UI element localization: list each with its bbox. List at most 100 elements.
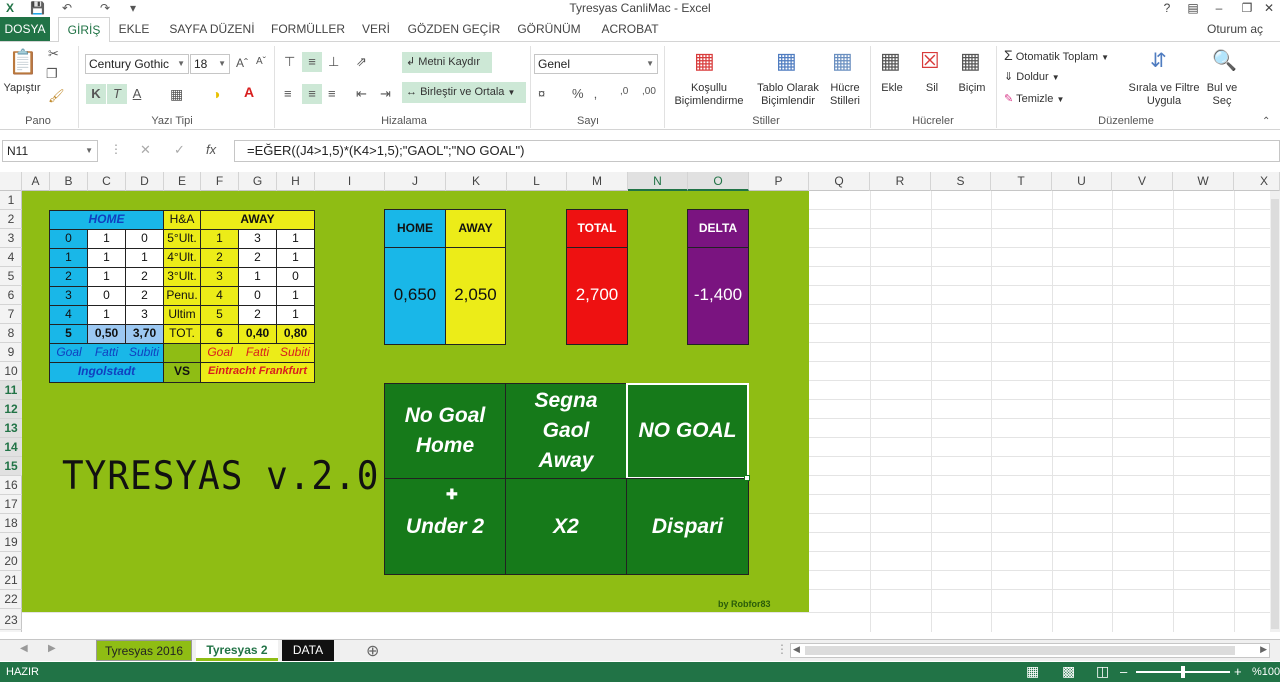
normal-view-icon[interactable]: ▦ [1026, 663, 1039, 680]
row-header[interactable]: 12 [0, 400, 22, 419]
scroll-right-icon[interactable]: ▶ [1260, 644, 1267, 655]
row-header[interactable]: 16 [0, 476, 22, 495]
table-cell[interactable]: 1 [125, 248, 164, 268]
close-icon[interactable]: ✕ [1258, 0, 1280, 16]
table-cell[interactable]: 3 [125, 305, 164, 325]
total-cell[interactable]: 0,80 [276, 324, 315, 344]
sheet-tab-tyresyas-2016[interactable]: Tyresyas 2016 [96, 640, 192, 661]
cell-styles-button[interactable]: Hücre Stilleri [822, 82, 868, 108]
sheet-tab-data[interactable]: DATA [282, 640, 334, 661]
table-cell[interactable]: Penu. [163, 286, 201, 306]
table-cell[interactable]: 5 [200, 305, 239, 325]
number-format-select[interactable]: Genel ▼ [534, 54, 658, 74]
shrink-font-icon[interactable]: Aˇ [256, 56, 266, 67]
row-header[interactable]: 2 [0, 210, 22, 229]
away-stat-label[interactable]: AWAY [445, 209, 506, 248]
borders-icon[interactable]: ▦ [170, 86, 183, 103]
row-header[interactable]: 15 [0, 457, 22, 476]
col-header-f[interactable]: F [201, 172, 239, 191]
confirm-entry-icon[interactable]: ✓ [174, 142, 185, 158]
font-size-select[interactable]: 18 ▼ [190, 54, 230, 74]
table-cell[interactable]: 2 [125, 286, 164, 306]
cancel-entry-icon[interactable]: ✕ [140, 142, 151, 158]
total-cell[interactable]: 0,50 [87, 324, 126, 344]
table-cell[interactable]: 2 [49, 267, 88, 287]
font-color-icon[interactable]: A [244, 84, 254, 100]
fill-handle[interactable] [744, 475, 750, 481]
col-header-h[interactable]: H [277, 172, 315, 191]
bold-button[interactable]: K [86, 84, 106, 104]
tab-review[interactable]: GÖZDEN GEÇİR [406, 17, 502, 41]
table-cell[interactable]: 1 [87, 305, 126, 325]
conditional-format-icon[interactable]: ▦ [694, 48, 715, 74]
total-cell[interactable]: 5 [49, 324, 88, 344]
table-cell[interactable]: 1 [276, 286, 315, 306]
insert-cells-icon[interactable]: ▦ [880, 48, 901, 74]
table-cell[interactable]: 1 [276, 248, 315, 268]
table-cell[interactable]: 2 [238, 305, 277, 325]
format-table-icon[interactable]: ▦ [776, 48, 797, 74]
row-header[interactable]: 6 [0, 286, 22, 305]
table-cell[interactable]: 1 [238, 267, 277, 287]
total-stat-label[interactable]: TOTAL [566, 209, 628, 248]
zoom-out-icon[interactable]: – [1120, 664, 1127, 679]
tab-home[interactable]: GİRİŞ [58, 17, 110, 42]
label-cell-fatti[interactable]: Fatti [238, 343, 277, 363]
format-painter-icon[interactable]: 🖌 [48, 88, 65, 104]
total-label-cell[interactable]: TOT. [163, 324, 201, 344]
col-header-d[interactable]: D [126, 172, 164, 191]
percent-icon[interactable]: % [572, 86, 584, 101]
scroll-right-icon[interactable]: ▶ [48, 643, 56, 654]
sort-filter-button[interactable]: Sırala ve Filtre Uygula [1126, 82, 1202, 108]
add-sheet-icon[interactable]: ⊕ [366, 641, 379, 661]
row-header[interactable]: 9 [0, 343, 22, 362]
col-header-t[interactable]: T [991, 172, 1052, 191]
row-header[interactable]: 14 [0, 438, 22, 457]
format-as-table-button[interactable]: Tablo Olarak Biçimlendir [752, 82, 824, 108]
table-cell[interactable]: 3 [238, 229, 277, 249]
collapse-ribbon-icon[interactable]: ⌃ [1262, 116, 1270, 127]
ribbon-display-icon[interactable]: ▤ [1182, 0, 1204, 16]
scrollbar-thumb[interactable] [1271, 199, 1279, 629]
help-icon[interactable]: ? [1156, 0, 1178, 16]
table-cell[interactable]: 3 [200, 267, 239, 287]
scrollbar-thumb[interactable] [805, 646, 1235, 655]
paste-button[interactable]: Yapıştır [2, 82, 42, 95]
scroll-left-icon[interactable]: ◀ [20, 643, 28, 654]
scroll-left-icon[interactable]: ◀ [793, 644, 800, 655]
minimize-icon[interactable]: – [1208, 0, 1230, 16]
insert-function-icon[interactable]: fx [206, 142, 216, 157]
zoom-slider[interactable] [1136, 666, 1230, 678]
col-header-g[interactable]: G [239, 172, 277, 191]
font-name-select[interactable]: Century Gothic ▼ [85, 54, 189, 74]
row-header[interactable]: 1 [0, 191, 22, 210]
find-icon[interactable]: 🔍 [1212, 48, 1237, 73]
align-bottom-icon[interactable]: ⊥ [328, 54, 339, 70]
orientation-icon[interactable]: ⇗ [356, 54, 367, 70]
label-cell-goal[interactable]: Goal [49, 343, 88, 363]
cell-styles-icon[interactable]: ▦ [832, 48, 853, 74]
align-right-icon[interactable]: ≡ [328, 86, 336, 101]
table-cell[interactable]: 4 [200, 286, 239, 306]
autosum-button[interactable]: Σ Otomatik Toplam ▼ [1004, 48, 1134, 64]
table-cell[interactable]: 4°Ult. [163, 248, 201, 268]
align-middle-icon[interactable]: ≡ [302, 52, 322, 72]
table-cell[interactable]: 2 [125, 267, 164, 287]
table-cell[interactable]: 2 [200, 248, 239, 268]
table-cell[interactable]: 0 [87, 286, 126, 306]
tab-view[interactable]: GÖRÜNÜM [514, 17, 584, 41]
wrap-text-button[interactable]: ↲ Metni Kaydır [402, 52, 492, 73]
tab-acrobat[interactable]: ACROBAT [596, 17, 664, 41]
fill-button[interactable]: ⇓ Doldur ▼ [1004, 71, 1084, 84]
col-header-q[interactable]: Q [809, 172, 870, 191]
prediction-no-goal-home[interactable]: No Goal Home [384, 383, 506, 479]
table-cell[interactable]: 0 [49, 229, 88, 249]
prediction-under-2[interactable]: Under 2 [384, 478, 506, 575]
col-header-l[interactable]: L [507, 172, 567, 191]
home-stat-label[interactable]: HOME [384, 209, 446, 248]
horizontal-scrollbar[interactable]: ◀ ▶ [790, 643, 1270, 658]
format-cells-icon[interactable]: ▦ [960, 48, 981, 74]
label-cell-subiti[interactable]: Subiti [276, 343, 315, 363]
row-header[interactable]: 20 [0, 552, 22, 571]
restore-icon[interactable]: ❐ [1236, 0, 1258, 16]
